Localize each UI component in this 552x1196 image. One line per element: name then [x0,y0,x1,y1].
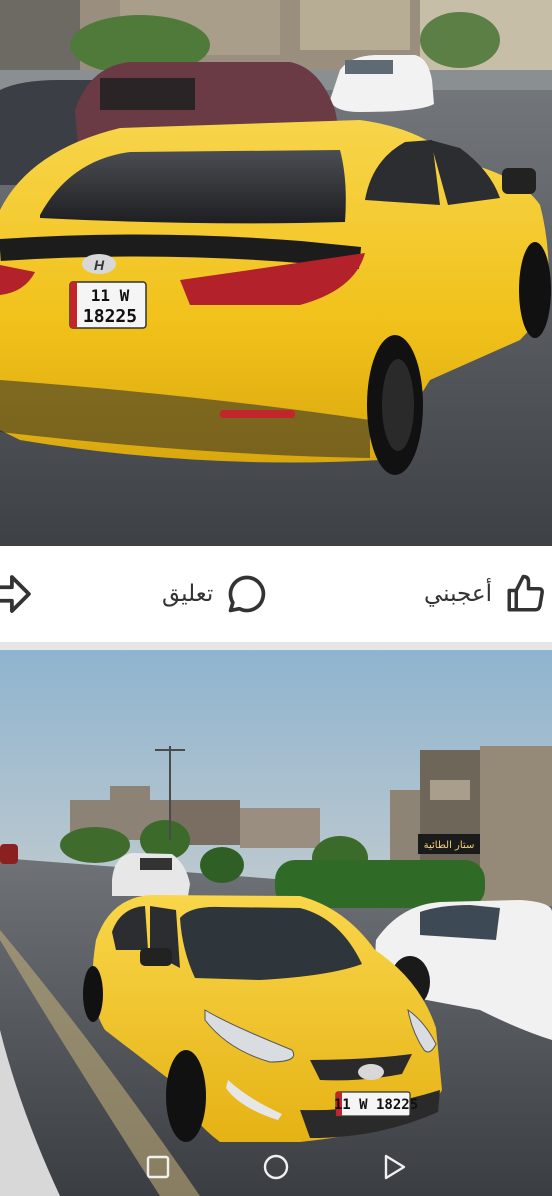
post-photo-front-taxi[interactable]: ستار الطائية 11 W 18225 [0,650,552,1196]
triangle-back-icon [382,1154,406,1184]
home-button[interactable] [261,1154,291,1184]
post-photo-rear-taxi[interactable]: H 11 W 18225 [0,0,552,546]
plate-text-front: 11 W 18225 [334,1097,418,1113]
post-action-bar: أعجبني تعليق [0,546,552,642]
back-button[interactable] [379,1154,409,1184]
thumbs-up-icon [504,573,546,615]
share-arrow-icon [0,573,34,615]
like-label: أعجبني [423,581,492,607]
car-badge-text: H [94,257,105,273]
speech-bubble-icon [225,572,269,616]
like-button[interactable]: أعجبني [424,546,546,642]
post-divider [0,642,552,650]
plate-line-2: 18225 [83,306,137,327]
circle-icon [262,1153,290,1185]
share-button[interactable] [0,546,34,642]
license-plate-front: 11 W 18225 [334,1091,418,1117]
square-icon [146,1155,170,1183]
license-plate-rear: 11 W 18225 [69,281,147,329]
recent-apps-button[interactable] [143,1154,173,1184]
shop-sign-text: ستار الطائية [424,840,475,851]
car-emblem-front-icon [358,1064,384,1080]
comment-label: تعليق [162,581,214,607]
plate-line-1: 11 W [91,286,130,305]
comment-button[interactable]: تعليق [162,546,269,642]
system-navigation-bar [0,1140,552,1196]
